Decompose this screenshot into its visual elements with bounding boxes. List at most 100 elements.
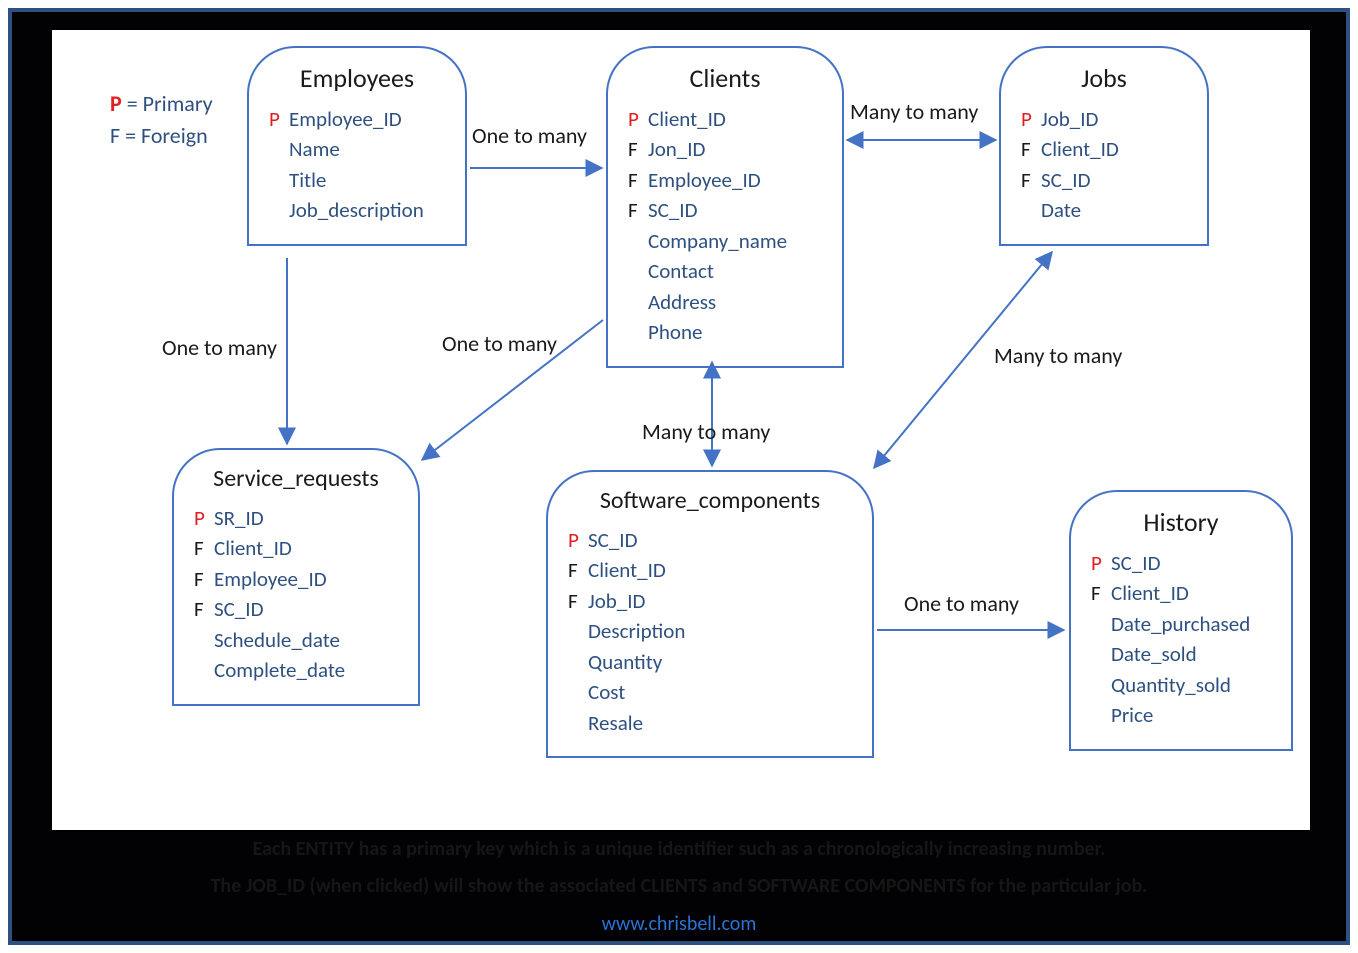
attribute-name: Name bbox=[289, 134, 340, 164]
foreign-key-marker: F bbox=[568, 586, 588, 616]
attribute-name: Client_ID bbox=[588, 555, 666, 585]
attribute-name: Quantity_sold bbox=[1111, 670, 1231, 700]
legend: P = Primary F = Foreign bbox=[110, 88, 213, 152]
attribute-name: Price bbox=[1111, 700, 1153, 730]
foreign-key-marker: F bbox=[194, 564, 214, 594]
primary-key-marker: P bbox=[628, 104, 648, 134]
rel-clients-sr: One to many bbox=[442, 330, 557, 357]
diagram-frame: P = Primary F = Foreign Employees PEmplo… bbox=[8, 8, 1350, 945]
attribute-row: FClient_ID bbox=[194, 533, 398, 563]
foreign-key-marker: F bbox=[628, 165, 648, 195]
no-key-marker bbox=[269, 165, 289, 195]
attribute-name: Date_sold bbox=[1111, 639, 1197, 669]
legend-pk-letter: P bbox=[110, 90, 122, 117]
attribute-row: Job_description bbox=[269, 195, 445, 225]
primary-key-marker: P bbox=[269, 104, 289, 134]
foreign-key-marker: F bbox=[628, 195, 648, 225]
attribute-name: Date_purchased bbox=[1111, 609, 1250, 639]
attribute-row: Quantity bbox=[568, 647, 852, 677]
attribute-name: Jon_ID bbox=[648, 134, 705, 164]
attribute-row: PJob_ID bbox=[1021, 104, 1187, 134]
diagram-canvas: P = Primary F = Foreign Employees PEmplo… bbox=[52, 30, 1310, 830]
attribute-row: Description bbox=[568, 616, 852, 646]
entity-clients: Clients PClient_IDFJon_IDFEmployee_IDFSC… bbox=[606, 46, 844, 368]
attribute-name: Client_ID bbox=[214, 533, 292, 563]
no-key-marker bbox=[628, 287, 648, 317]
attribute-row: Address bbox=[628, 287, 822, 317]
attribute-row: Name bbox=[269, 134, 445, 164]
attribute-name: Job_description bbox=[289, 195, 424, 225]
entity-title: History bbox=[1091, 506, 1271, 538]
attribute-row: Complete_date bbox=[194, 655, 398, 685]
legend-fk-letter: F bbox=[110, 122, 120, 149]
attribute-row: FJon_ID bbox=[628, 134, 822, 164]
attribute-name: Employee_ID bbox=[648, 165, 761, 195]
no-key-marker bbox=[628, 226, 648, 256]
entity-title: Employees bbox=[269, 62, 445, 94]
footer-link[interactable]: www.chrisbell.com bbox=[12, 912, 1346, 936]
no-key-marker bbox=[568, 647, 588, 677]
no-key-marker bbox=[1021, 195, 1041, 225]
attribute-name: SR_ID bbox=[214, 503, 264, 533]
attribute-row: FSC_ID bbox=[1021, 165, 1187, 195]
attribute-name: SC_ID bbox=[588, 525, 638, 555]
attribute-row: Cost bbox=[568, 677, 852, 707]
attribute-row: Date bbox=[1021, 195, 1187, 225]
entity-jobs: Jobs PJob_IDFClient_IDFSC_IDDate bbox=[999, 46, 1209, 246]
no-key-marker bbox=[628, 256, 648, 286]
entity-service-requests: Service_requests PSR_IDFClient_IDFEmploy… bbox=[172, 448, 420, 706]
attribute-row: PSR_ID bbox=[194, 503, 398, 533]
attribute-name: Client_ID bbox=[1111, 578, 1189, 608]
attribute-row: Date_sold bbox=[1091, 639, 1271, 669]
attribute-name: SC_ID bbox=[1111, 548, 1161, 578]
attribute-name: Employee_ID bbox=[214, 564, 327, 594]
attribute-row: FClient_ID bbox=[1091, 578, 1271, 608]
attribute-row: Title bbox=[269, 165, 445, 195]
entity-title: Jobs bbox=[1021, 62, 1187, 94]
foreign-key-marker: F bbox=[1021, 134, 1041, 164]
attribute-name: Company_name bbox=[648, 226, 787, 256]
attribute-name: Employee_ID bbox=[289, 104, 402, 134]
attribute-name: Resale bbox=[588, 708, 643, 738]
attribute-row: FEmployee_ID bbox=[194, 564, 398, 594]
attribute-name: Description bbox=[588, 616, 685, 646]
no-key-marker bbox=[1091, 700, 1111, 730]
footer-line-1: Each ENTITY has a primary key which is a… bbox=[12, 837, 1346, 861]
attribute-name: SC_ID bbox=[648, 195, 698, 225]
attribute-row: Quantity_sold bbox=[1091, 670, 1271, 700]
primary-key-marker: P bbox=[1091, 548, 1111, 578]
no-key-marker bbox=[194, 655, 214, 685]
attribute-row: Date_purchased bbox=[1091, 609, 1271, 639]
rel-emp-clients: One to many bbox=[472, 122, 587, 149]
foreign-key-marker: F bbox=[194, 594, 214, 624]
legend-pk-label: = Primary bbox=[122, 90, 213, 117]
attribute-name: Job_ID bbox=[588, 586, 645, 616]
no-key-marker bbox=[1091, 609, 1111, 639]
entity-history: History PSC_IDFClient_IDDate_purchasedDa… bbox=[1069, 490, 1293, 751]
no-key-marker bbox=[568, 677, 588, 707]
legend-fk-label: = Foreign bbox=[120, 122, 208, 149]
entity-software-components: Software_components PSC_IDFClient_IDFJob… bbox=[546, 470, 874, 758]
attribute-name: Date bbox=[1041, 195, 1081, 225]
attribute-row: Contact bbox=[628, 256, 822, 286]
primary-key-marker: P bbox=[194, 503, 214, 533]
attribute-name: Address bbox=[648, 287, 716, 317]
attribute-row: FEmployee_ID bbox=[628, 165, 822, 195]
foreign-key-marker: F bbox=[568, 555, 588, 585]
foreign-key-marker: F bbox=[1021, 165, 1041, 195]
attribute-name: Phone bbox=[648, 317, 702, 347]
foreign-key-marker: F bbox=[194, 533, 214, 563]
entity-title: Software_components bbox=[568, 486, 852, 515]
attribute-row: PClient_ID bbox=[628, 104, 822, 134]
attribute-row: FJob_ID bbox=[568, 586, 852, 616]
rel-jobs-sc: Many to many bbox=[994, 342, 1122, 369]
primary-key-marker: P bbox=[568, 525, 588, 555]
entity-employees: Employees PEmployee_IDNameTitleJob_descr… bbox=[247, 46, 467, 246]
attribute-row: Resale bbox=[568, 708, 852, 738]
no-key-marker bbox=[269, 134, 289, 164]
rel-emp-sr: One to many bbox=[162, 334, 277, 361]
attribute-name: SC_ID bbox=[214, 594, 264, 624]
attribute-name: Title bbox=[289, 165, 326, 195]
attribute-row: PEmployee_ID bbox=[269, 104, 445, 134]
attribute-row: Schedule_date bbox=[194, 625, 398, 655]
